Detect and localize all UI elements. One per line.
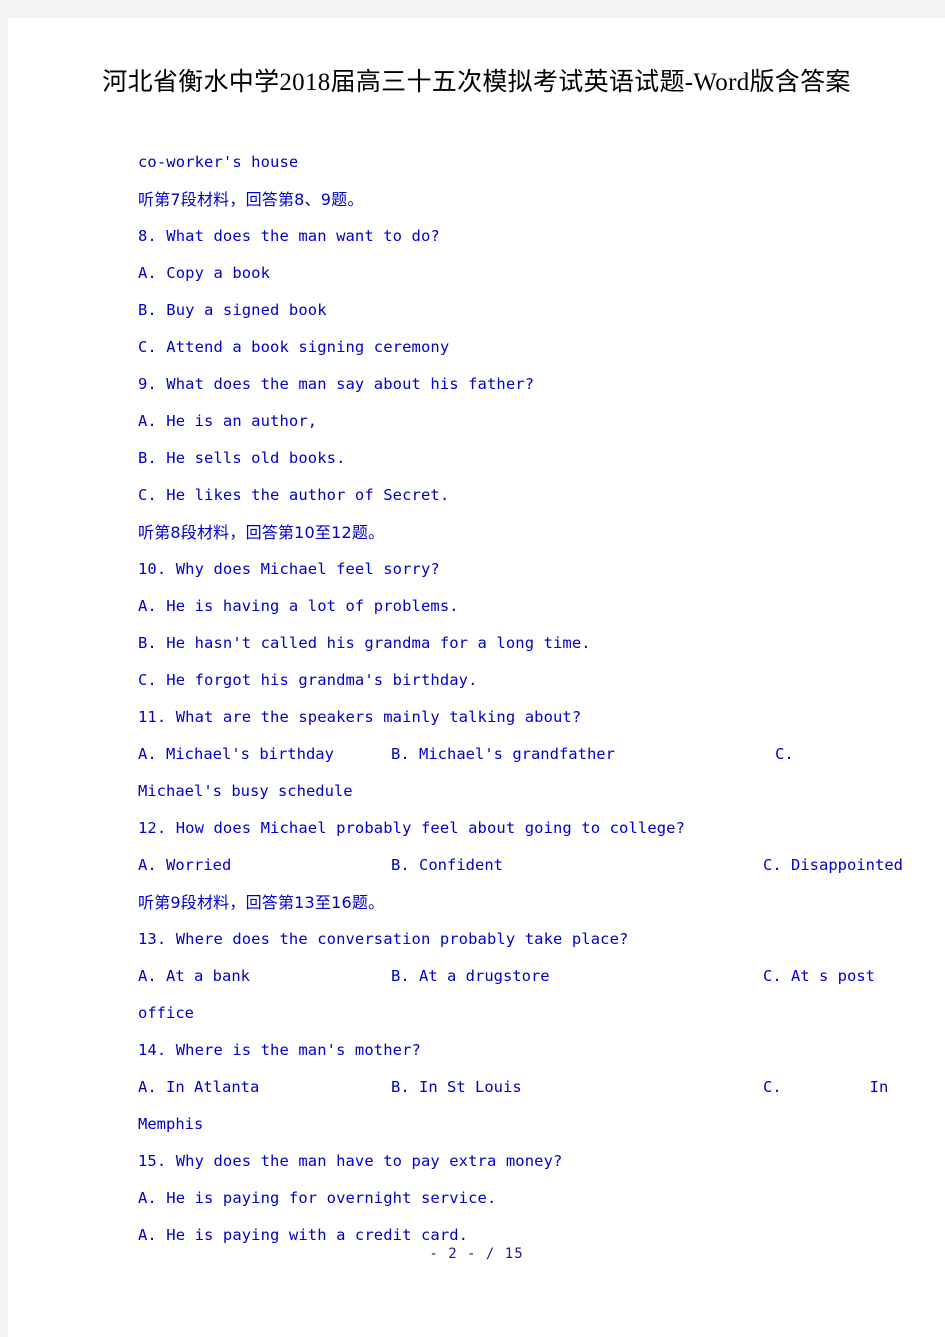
question-10-option-c: C. He forgot his grandma's birthday. <box>138 671 478 689</box>
carryover-line: co-worker's house <box>138 153 299 171</box>
question-14-option-c-value: In <box>869 1078 889 1096</box>
question-14-option-c-label: C. <box>763 1078 782 1096</box>
question-12-options-row: A. Worried B. Confident C. Disappointed <box>138 847 903 884</box>
question-9-stem: 9. What does the man say about his fathe… <box>138 375 535 393</box>
question-11-option-b: B. Michael's grandfather <box>391 745 615 763</box>
question-12-stem: 12. How does Michael probably feel about… <box>138 819 686 837</box>
question-14-option-b: B. In St Louis <box>391 1078 522 1096</box>
page-footer: - 2 - / 15 <box>429 1246 524 1262</box>
question-8-option-a: A. Copy a book <box>138 264 271 282</box>
question-13-stem: 13. Where does the conversation probably… <box>138 930 629 948</box>
question-8-option-b: B. Buy a signed book <box>138 301 327 319</box>
question-15-option-a: A. He is paying for overnight service. <box>138 1189 497 1207</box>
question-13-options-row: A. At a bank B. At a drugstore C. At s p… <box>138 958 898 995</box>
question-11-option-c-wrap: Michael's busy schedule <box>138 782 353 800</box>
question-11-options-row: A. Michael's birthday B. Michael's grand… <box>138 736 898 773</box>
document-body: co-worker's house 听第7段材料，回答第8、9题。 8. Wha… <box>138 144 903 1254</box>
question-13-option-a: A. At a bank <box>138 967 250 985</box>
question-14-option-c: C. In <box>763 1069 888 1106</box>
question-13-option-b: B. At a drugstore <box>391 967 550 985</box>
question-9-option-a: A. He is an author, <box>138 412 318 430</box>
question-13-option-c: C. At s post <box>763 967 875 985</box>
section-heading-9: 听第9段材料，回答第13至16题。 <box>138 893 385 912</box>
question-12-option-c: C. Disappointed <box>763 856 903 874</box>
question-14-option-a: A. In Atlanta <box>138 1078 260 1096</box>
section-heading-7: 听第7段材料，回答第8、9题。 <box>138 190 364 209</box>
question-14-option-c-wrap: Memphis <box>138 1115 204 1133</box>
question-11-option-a: A. Michael's birthday <box>138 745 334 763</box>
question-13-option-c-wrap: office <box>138 1004 194 1022</box>
question-9-option-c: C. He likes the author of Secret. <box>138 486 450 504</box>
question-12-option-b: B. Confident <box>391 856 503 874</box>
question-10-option-b: B. He hasn't called his grandma for a lo… <box>138 634 591 652</box>
question-15-stem: 15. Why does the man have to pay extra m… <box>138 1152 563 1170</box>
question-10-option-a: A. He is having a lot of problems. <box>138 597 459 615</box>
question-11-stem: 11. What are the speakers mainly talking… <box>138 708 582 726</box>
question-14-stem: 14. Where is the man's mother? <box>138 1041 421 1059</box>
question-9-option-b: B. He sells old books. <box>138 449 346 467</box>
page-title: 河北省衡水中学2018届高三十五次模拟考试英语试题-Word版含答案 <box>102 69 851 96</box>
question-11-option-c: C. <box>775 745 794 763</box>
question-8-stem: 8. What does the man want to do? <box>138 227 440 245</box>
document-page: 河北省衡水中学2018届高三十五次模拟考试英语试题-Word版含答案 co-wo… <box>8 18 945 1337</box>
question-8-option-c: C. Attend a book signing ceremony <box>138 338 450 356</box>
question-10-stem: 10. Why does Michael feel sorry? <box>138 560 440 578</box>
question-14-options-row: A. In Atlanta B. In St Louis C. In <box>138 1069 898 1106</box>
question-12-option-a: A. Worried <box>138 856 232 874</box>
section-heading-8: 听第8段材料，回答第10至12题。 <box>138 523 385 542</box>
